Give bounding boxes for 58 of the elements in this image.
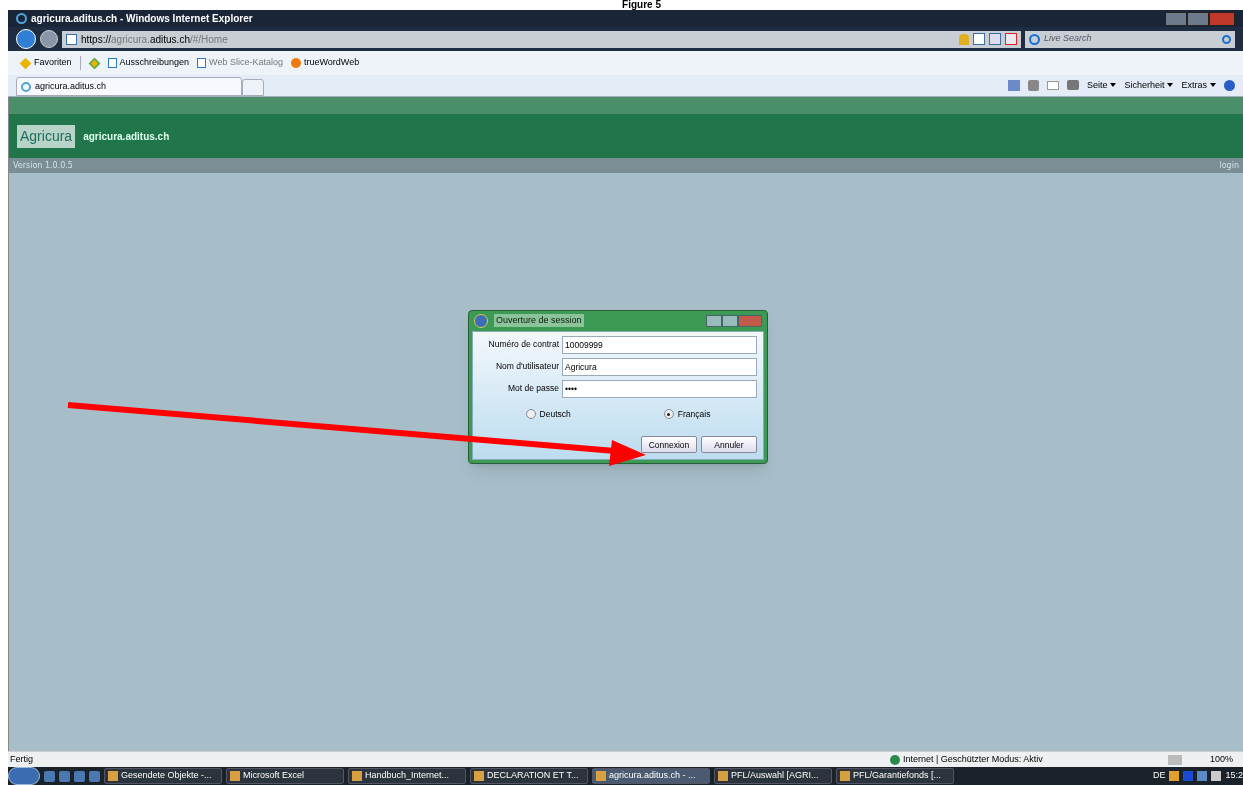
clock-text: 15:2 (1225, 769, 1243, 783)
dialog-button[interactable]: Annuler (701, 436, 757, 454)
back-button[interactable] (16, 29, 36, 49)
taskbar-button[interactable]: Gesendete Objekte -... (104, 768, 222, 784)
radio-button[interactable] (663, 409, 674, 419)
minimize-button[interactable] (706, 314, 722, 327)
text-field[interactable]: •••• (562, 379, 757, 398)
tray-icon (1169, 771, 1180, 781)
language-indicator: DE (1152, 769, 1166, 783)
zone-text: Internet | Geschützter Modus: Aktiv (902, 752, 1044, 766)
menu-button[interactable]: Extras (1181, 78, 1216, 92)
start-button[interactable] (8, 767, 40, 785)
close-button[interactable] (1209, 11, 1235, 26)
search-provider-icon (1029, 33, 1040, 45)
favorites-link[interactable]: Web Slice-Katalog (197, 56, 283, 70)
search-field[interactable]: Live Search (1025, 30, 1235, 48)
forward-button[interactable] (40, 30, 58, 48)
field-label: Mot de passe (506, 382, 559, 395)
favorites-link[interactable]: Ausschreibungen (107, 56, 190, 70)
dialog-title: Ouverture de session (494, 313, 584, 328)
taskbar-button[interactable]: PFL/Garantiefonds [... (836, 768, 954, 784)
mail-icon[interactable] (1046, 80, 1059, 90)
maximize-button[interactable] (722, 314, 738, 327)
zoom-button[interactable]: 100% (1209, 752, 1233, 767)
tray-icon (1183, 771, 1194, 781)
taskbar-button[interactable]: DECLARATION ET T... (470, 768, 588, 784)
taskbar-button[interactable]: Microsoft Excel (226, 768, 344, 784)
globe-icon (889, 754, 900, 765)
site-title: agricura.aditus.ch (83, 129, 170, 144)
search-input[interactable]: Live Search (1044, 32, 1218, 46)
url-text: https://agricura.aditus.ch/#/Home (81, 32, 228, 47)
language-radio[interactable]: Français (663, 407, 711, 421)
favorites-link[interactable]: trueWordWeb (290, 56, 360, 70)
field-label: Nom d'utilisateur (494, 360, 559, 373)
taskbar-button[interactable]: Handbuch_Internet... (348, 768, 466, 784)
new-tab-button[interactable] (242, 79, 264, 96)
dialog-button[interactable]: Connexion (641, 436, 697, 454)
window-title: agricura.aditus.ch - Windows Internet Explorer (31, 12, 253, 26)
browser-tab[interactable]: agricura.aditus.ch (16, 77, 242, 96)
radio-button[interactable] (525, 409, 536, 419)
version-label: Version 1.0.0.5 (13, 159, 73, 172)
menu-button[interactable]: Sicherheit (1124, 78, 1174, 92)
favorites-link[interactable]: Favoriten (20, 56, 72, 70)
address-field[interactable]: https://agricura.aditus.ch/#/Home (62, 30, 1021, 48)
maximize-button[interactable] (1187, 11, 1209, 26)
language-radio[interactable]: Deutsch (525, 407, 571, 421)
site-logo: Agricura (17, 124, 76, 148)
figure-caption: Figure 5 (622, 0, 661, 10)
field-label: Numéro de contrat (487, 338, 559, 351)
text-field[interactable]: 10009999 (562, 335, 757, 354)
taskbar-button[interactable]: PFL/Auswahl [AGRI... (714, 768, 832, 784)
padlock-icon (959, 33, 969, 45)
page-icon (66, 33, 77, 45)
status-text: Fertig (10, 752, 33, 766)
menu-button[interactable]: Seite (1086, 78, 1117, 92)
taskbar-button[interactable]: agricura.aditus.ch - ... (592, 768, 710, 784)
text-field[interactable]: Agricura (562, 357, 757, 376)
minimize-button[interactable] (1165, 11, 1187, 26)
